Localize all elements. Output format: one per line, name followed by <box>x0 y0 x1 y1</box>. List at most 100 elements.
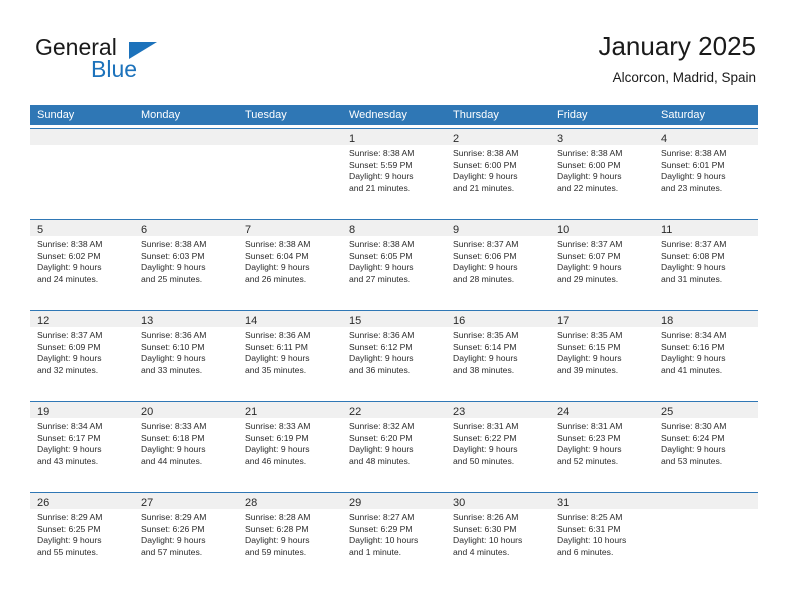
day-sun-info: Sunrise: 8:36 AM Sunset: 6:12 PM Daylight:… <box>342 327 446 376</box>
day-number-band: 10 <box>550 220 654 236</box>
day-number-band: 12 <box>30 311 134 327</box>
page-header: General Blue January 2025 Alcorcon, Madr… <box>0 0 792 100</box>
sunrise-text: Sunrise: 8:36 AM <box>349 330 415 340</box>
daylight-text-line1: Daylight: 9 hours <box>557 262 622 273</box>
calendar-week-row: 5 Sunrise: 8:38 AM Sunset: 6:02 PM Daylight… <box>30 219 758 304</box>
location-subtitle: Alcorcon, Madrid, Spain <box>612 70 756 85</box>
daylight-text-line2: and 53 minutes. <box>661 455 723 466</box>
calendar-day-cell[interactable]: 20 Sunrise: 8:33 AM Sunset: 6:18 PM Dayligh… <box>134 402 238 486</box>
sunrise-text: Sunrise: 8:30 AM <box>661 421 727 431</box>
daylight-text-line2: and 39 minutes. <box>557 364 619 375</box>
day-number-band: 15 <box>342 311 446 327</box>
calendar-day-cell[interactable]: 1 Sunrise: 8:38 AM Sunset: 5:59 PM Daylight… <box>342 129 446 213</box>
day-sun-info: Sunrise: 8:38 AM Sunset: 5:59 PM Daylight:… <box>342 145 446 194</box>
calendar-day-cell[interactable]: 10 Sunrise: 8:37 AM Sunset: 6:07 PM Dayligh… <box>550 220 654 304</box>
daylight-text-line2: and 59 minutes. <box>245 546 307 557</box>
calendar-day-cell[interactable]: 23 Sunrise: 8:31 AM Sunset: 6:22 PM Dayligh… <box>446 402 550 486</box>
day-number: 19 <box>37 406 50 418</box>
day-sun-info: Sunrise: 8:38 AM Sunset: 6:00 PM Daylight:… <box>550 145 654 194</box>
day-of-week-header-thursday: Thursday <box>453 109 499 121</box>
daylight-text-line2: and 21 minutes. <box>453 182 515 193</box>
calendar-day-cell[interactable]: 21 Sunrise: 8:33 AM Sunset: 6:19 PM Dayligh… <box>238 402 342 486</box>
daylight-text-line2: and 26 minutes. <box>245 273 307 284</box>
calendar-day-cell-empty <box>134 129 238 213</box>
sunrise-text: Sunrise: 8:38 AM <box>453 148 519 158</box>
day-number: 15 <box>349 315 362 327</box>
daylight-text-line2: and 24 minutes. <box>37 273 99 284</box>
calendar-day-cell[interactable]: 22 Sunrise: 8:32 AM Sunset: 6:20 PM Dayligh… <box>342 402 446 486</box>
day-sun-info: Sunrise: 8:33 AM Sunset: 6:18 PM Daylight:… <box>134 418 238 467</box>
calendar-day-cell[interactable]: 25 Sunrise: 8:30 AM Sunset: 6:24 PM Dayligh… <box>654 402 758 486</box>
calendar-day-cell[interactable]: 11 Sunrise: 8:37 AM Sunset: 6:08 PM Dayligh… <box>654 220 758 304</box>
calendar-day-cell[interactable]: 2 Sunrise: 8:38 AM Sunset: 6:00 PM Daylight… <box>446 129 550 213</box>
day-number: 4 <box>661 133 668 145</box>
daylight-text-line1: Daylight: 9 hours <box>141 353 206 364</box>
calendar-day-cell[interactable]: 8 Sunrise: 8:38 AM Sunset: 6:05 PM Daylight… <box>342 220 446 304</box>
day-sun-info: Sunrise: 8:38 AM Sunset: 6:02 PM Daylight:… <box>30 236 134 285</box>
day-sun-info: Sunrise: 8:29 AM Sunset: 6:25 PM Daylight:… <box>30 509 134 558</box>
day-number-band: 29 <box>342 493 446 509</box>
sunset-text: Sunset: 6:29 PM <box>349 523 413 534</box>
daylight-text-line2: and 1 minute. <box>349 546 402 557</box>
daylight-text-line1: Daylight: 10 hours <box>349 535 419 546</box>
general-blue-logo: General Blue <box>35 34 275 84</box>
calendar-day-cell[interactable]: 15 Sunrise: 8:36 AM Sunset: 6:12 PM Dayligh… <box>342 311 446 395</box>
calendar-day-cell[interactable]: 26 Sunrise: 8:29 AM Sunset: 6:25 PM Dayligh… <box>30 493 134 577</box>
calendar-day-cell[interactable]: 16 Sunrise: 8:35 AM Sunset: 6:14 PM Dayligh… <box>446 311 550 395</box>
sunrise-text: Sunrise: 8:38 AM <box>245 239 311 249</box>
sunset-text: Sunset: 6:26 PM <box>141 523 205 534</box>
calendar-day-cell[interactable]: 13 Sunrise: 8:36 AM Sunset: 6:10 PM Dayligh… <box>134 311 238 395</box>
day-number: 14 <box>245 315 258 327</box>
daylight-text-line1: Daylight: 9 hours <box>453 444 518 455</box>
daylight-text-line1: Daylight: 9 hours <box>37 535 102 546</box>
daylight-text-line1: Daylight: 9 hours <box>141 262 206 273</box>
calendar-day-cell[interactable]: 19 Sunrise: 8:34 AM Sunset: 6:17 PM Dayligh… <box>30 402 134 486</box>
calendar-day-cell[interactable]: 27 Sunrise: 8:29 AM Sunset: 6:26 PM Dayligh… <box>134 493 238 577</box>
calendar-week-row: 1 Sunrise: 8:38 AM Sunset: 5:59 PM Daylight… <box>30 128 758 213</box>
calendar-day-cell[interactable]: 7 Sunrise: 8:38 AM Sunset: 6:04 PM Daylight… <box>238 220 342 304</box>
day-number: 8 <box>349 224 356 236</box>
calendar-day-cell[interactable]: 14 Sunrise: 8:36 AM Sunset: 6:11 PM Dayligh… <box>238 311 342 395</box>
day-number-band: 3 <box>550 129 654 145</box>
sunset-text: Sunset: 6:17 PM <box>37 432 101 443</box>
day-number: 26 <box>37 497 50 509</box>
day-sun-info: Sunrise: 8:32 AM Sunset: 6:20 PM Daylight:… <box>342 418 446 467</box>
day-number: 22 <box>349 406 362 418</box>
day-number-band: 23 <box>446 402 550 418</box>
calendar-day-cell[interactable]: 5 Sunrise: 8:38 AM Sunset: 6:02 PM Daylight… <box>30 220 134 304</box>
daylight-text-line1: Daylight: 9 hours <box>557 444 622 455</box>
day-number-band <box>30 129 134 145</box>
sunset-text: Sunset: 6:18 PM <box>141 432 205 443</box>
day-sun-info: Sunrise: 8:34 AM Sunset: 6:17 PM Daylight:… <box>30 418 134 467</box>
day-sun-info: Sunrise: 8:35 AM Sunset: 6:15 PM Daylight:… <box>550 327 654 376</box>
calendar-day-cell[interactable]: 4 Sunrise: 8:38 AM Sunset: 6:01 PM Daylight… <box>654 129 758 213</box>
calendar-day-cell[interactable]: 28 Sunrise: 8:28 AM Sunset: 6:28 PM Dayligh… <box>238 493 342 577</box>
day-sun-info: Sunrise: 8:31 AM Sunset: 6:22 PM Daylight:… <box>446 418 550 467</box>
calendar-day-cell[interactable]: 18 Sunrise: 8:34 AM Sunset: 6:16 PM Dayligh… <box>654 311 758 395</box>
sunrise-text: Sunrise: 8:33 AM <box>141 421 207 431</box>
day-number-band <box>654 493 758 509</box>
sunset-text: Sunset: 6:03 PM <box>141 250 205 261</box>
calendar-day-cell[interactable]: 6 Sunrise: 8:38 AM Sunset: 6:03 PM Daylight… <box>134 220 238 304</box>
calendar-day-cell[interactable]: 24 Sunrise: 8:31 AM Sunset: 6:23 PM Dayligh… <box>550 402 654 486</box>
sunset-text: Sunset: 6:12 PM <box>349 341 413 352</box>
sunset-text: Sunset: 6:16 PM <box>661 341 725 352</box>
day-number-band: 30 <box>446 493 550 509</box>
calendar-day-cell[interactable]: 17 Sunrise: 8:35 AM Sunset: 6:15 PM Dayligh… <box>550 311 654 395</box>
day-number-band: 22 <box>342 402 446 418</box>
day-sun-info: Sunrise: 8:28 AM Sunset: 6:28 PM Daylight:… <box>238 509 342 558</box>
sunset-text: Sunset: 6:00 PM <box>557 159 621 170</box>
calendar-day-cell[interactable]: 31 Sunrise: 8:25 AM Sunset: 6:31 PM Dayligh… <box>550 493 654 577</box>
calendar-day-cell[interactable]: 29 Sunrise: 8:27 AM Sunset: 6:29 PM Dayligh… <box>342 493 446 577</box>
calendar-day-cell[interactable]: 3 Sunrise: 8:38 AM Sunset: 6:00 PM Daylight… <box>550 129 654 213</box>
day-of-week-header-tuesday: Tuesday <box>245 109 287 121</box>
calendar-day-cell[interactable]: 9 Sunrise: 8:37 AM Sunset: 6:06 PM Daylight… <box>446 220 550 304</box>
daylight-text-line1: Daylight: 9 hours <box>245 535 310 546</box>
sunrise-text: Sunrise: 8:38 AM <box>557 148 623 158</box>
sunrise-text: Sunrise: 8:31 AM <box>557 421 623 431</box>
day-number: 18 <box>661 315 674 327</box>
calendar-day-cell[interactable]: 12 Sunrise: 8:37 AM Sunset: 6:09 PM Dayligh… <box>30 311 134 395</box>
daylight-text-line1: Daylight: 9 hours <box>349 353 414 364</box>
calendar-day-cell[interactable]: 30 Sunrise: 8:26 AM Sunset: 6:30 PM Dayligh… <box>446 493 550 577</box>
day-number: 10 <box>557 224 570 236</box>
